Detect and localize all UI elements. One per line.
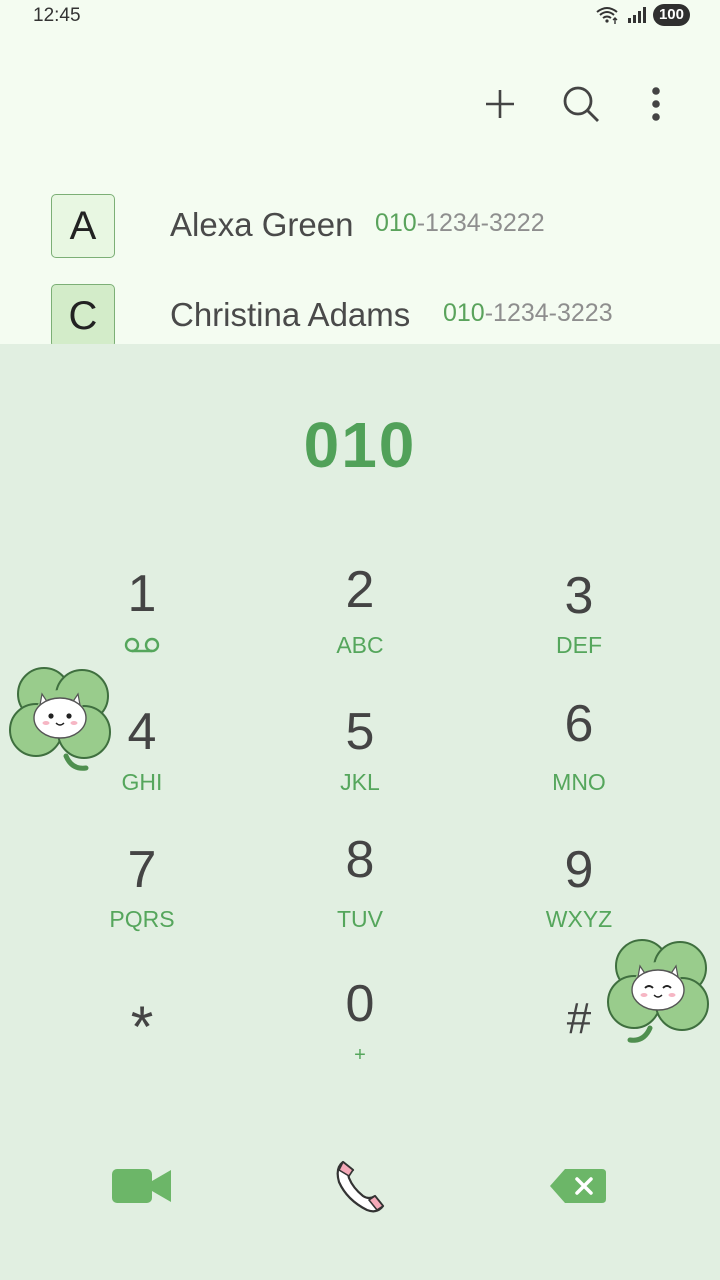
more-vert-icon — [652, 87, 660, 121]
number-match: 010 — [443, 299, 485, 327]
signal-icon — [627, 7, 646, 23]
key-3[interactable]: 3 DEF — [489, 560, 669, 690]
more-options-button[interactable] — [632, 80, 680, 128]
key-digit: 2 — [345, 561, 375, 619]
key-digit: 6 — [564, 695, 594, 753]
key-digit: 7 — [127, 841, 157, 899]
contact-name: Christina Adams — [170, 296, 411, 333]
search-button[interactable] — [557, 80, 605, 128]
key-letters: JKL — [340, 769, 380, 795]
key-letters: PQRS — [109, 906, 175, 932]
call-button[interactable] — [315, 1146, 405, 1226]
key-digit: 3 — [564, 567, 594, 625]
wifi-icon — [596, 7, 618, 24]
key-letters: + — [354, 1044, 366, 1066]
status-bar: 12:45 100 — [0, 0, 720, 34]
video-call-button[interactable] — [97, 1146, 187, 1226]
key-letters: DEF — [556, 632, 602, 658]
key-letters: MNO — [552, 769, 606, 795]
video-call-icon — [112, 1169, 171, 1203]
number-rest: -1234-3222 — [416, 209, 545, 237]
key-5[interactable]: 5 JKL — [270, 698, 450, 828]
key-letters: TUV — [337, 906, 383, 932]
search-icon — [563, 86, 599, 122]
key-8[interactable]: 8 TUV — [270, 831, 450, 966]
plus-icon — [486, 90, 514, 118]
key-7[interactable]: 7 PQRS — [52, 836, 232, 966]
dialed-number: 010 — [303, 409, 417, 481]
backspace-icon — [550, 1169, 606, 1203]
key-2[interactable]: 2 ABC — [270, 560, 450, 690]
key-letters: ABC — [336, 632, 384, 658]
clover-cat-sticker — [607, 939, 709, 1043]
key-digit: 8 — [345, 831, 375, 889]
battery-indicator: 100 — [652, 4, 690, 26]
number-match: 010 — [375, 209, 417, 237]
delete-button[interactable] — [533, 1146, 623, 1226]
status-time: 12:45 — [33, 5, 81, 26]
key-digit: 1 — [127, 565, 157, 623]
key-0[interactable]: 0 + — [270, 974, 450, 1104]
number-rest: -1234-3223 — [484, 299, 613, 327]
contact-number: 010-1234-3223 — [443, 299, 613, 328]
key-digit: 5 — [345, 703, 375, 761]
avatar: A — [51, 194, 115, 258]
clover-cat-sticker — [9, 667, 111, 771]
key-star[interactable]: * — [52, 974, 232, 1104]
phone-call-icon — [336, 1160, 385, 1213]
add-contact-button[interactable] — [476, 80, 524, 128]
key-letters: WXYZ — [545, 906, 613, 932]
key-digit: 0 — [345, 975, 375, 1033]
status-icons: 100 — [595, 4, 690, 26]
contact-suggestion-row[interactable]: A Alexa Green 010-1234-3222 — [0, 194, 720, 274]
key-digit: * — [130, 995, 154, 1060]
contact-name: Alexa Green — [170, 206, 354, 243]
contact-number: 010-1234-3222 — [375, 209, 545, 238]
avatar: C — [51, 284, 115, 348]
key-6[interactable]: 6 MNO — [489, 695, 669, 828]
voicemail-icon — [124, 637, 160, 653]
key-digit: 9 — [564, 841, 594, 899]
